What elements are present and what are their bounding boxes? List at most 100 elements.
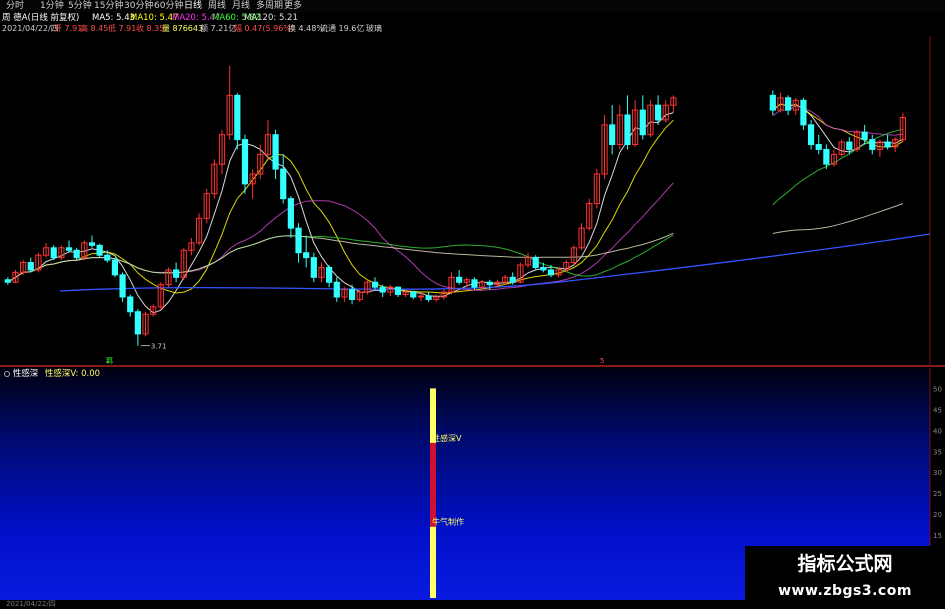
candle-body <box>800 99 807 126</box>
tab-6[interactable]: 日线 <box>184 0 202 12</box>
date-footer-label: 2021/04/22/四 <box>6 600 56 608</box>
indicator-axis-label: 25 <box>933 490 942 498</box>
candle-body <box>88 242 96 246</box>
candle-body <box>884 141 891 148</box>
info-item-8: 换 4.48% <box>288 24 324 33</box>
ohlc-info-bar: 2021/04/22/四开 7.91 高 8.45 低 7.91 收 8.35 量 87… <box>0 23 945 34</box>
candle-body <box>861 131 868 141</box>
indicator-settings-icon[interactable] <box>4 370 10 377</box>
candle-body <box>27 262 34 271</box>
indicator-axis-label: 50 <box>933 385 942 393</box>
info-item-7: 幅 0.47(5.96%) <box>234 24 295 33</box>
candle-body <box>348 289 356 300</box>
site-watermark: 指标公式网 www.zbgs3.com <box>745 546 945 609</box>
candle-body <box>547 269 555 276</box>
candle-body <box>639 109 646 136</box>
candle-body <box>785 97 792 111</box>
candle-body <box>173 269 180 278</box>
watermark-title: 指标公式网 <box>797 553 893 575</box>
candle-body <box>310 257 317 278</box>
info-item-10: 玻璃 <box>366 24 382 33</box>
ma10-line <box>7 103 904 294</box>
watermark-url: www.zbgs3.com <box>778 583 912 599</box>
candle-body <box>869 139 876 150</box>
indicator-value: 性感深V: 0.00 <box>44 369 101 379</box>
candle-body <box>326 266 333 283</box>
tab-8[interactable]: 月线 <box>232 0 250 12</box>
ma120-line <box>7 203 904 283</box>
indicator-title: 性感深 性感深V: 0.00 <box>4 369 100 380</box>
candle-body <box>394 286 402 296</box>
candle-body <box>4 279 11 283</box>
candle-body <box>104 254 111 261</box>
indicator-axis-label: 40 <box>933 427 942 435</box>
low-marker-label: 3.71 <box>151 343 167 351</box>
tab-1[interactable]: 1分钟 <box>40 0 64 12</box>
bar-label-bottom: 牛气制作 <box>432 517 464 527</box>
tab-0[interactable]: 分时 <box>6 0 24 12</box>
tab-4[interactable]: 30分钟 <box>124 0 153 12</box>
ma60-line <box>7 128 904 283</box>
info-item-1: 开 7.91 <box>54 24 83 33</box>
candlestick-chart: 3.71 羁 5 <box>4 36 931 365</box>
candle-body <box>127 296 134 313</box>
info-item-0: 2021/04/22/四 <box>2 24 59 33</box>
info-item-3: 低 7.91 <box>108 24 137 33</box>
indicator-axis-label: 45 <box>933 406 942 414</box>
indicator-axis-label: 30 <box>933 469 942 477</box>
tab-5[interactable]: 60分钟 <box>154 0 183 12</box>
candle-body <box>280 168 287 200</box>
candle-body <box>425 295 432 300</box>
bottom-tag-0: 羁 <box>106 357 113 365</box>
info-item-2: 高 8.45 <box>80 24 109 33</box>
info-item-4: 收 8.35 <box>136 24 165 33</box>
candle-body <box>333 281 340 298</box>
ma20-line <box>7 105 903 291</box>
candle-body <box>486 281 493 286</box>
candle-body <box>295 227 302 254</box>
candle-body <box>50 247 57 259</box>
candle-body <box>540 266 547 271</box>
tab-7[interactable]: 周线 <box>208 0 226 12</box>
tab-3[interactable]: 15分钟 <box>94 0 123 12</box>
candle-body <box>532 257 539 268</box>
candle-body <box>471 279 478 288</box>
indicator-bar-mid <box>430 442 436 527</box>
indicator-name: 性感深 <box>12 369 39 379</box>
indicator-axis-label: 20 <box>933 511 942 519</box>
candle-body <box>371 281 379 288</box>
candle-body <box>823 148 830 165</box>
candle-body <box>815 144 822 150</box>
info-item-6: 额 7.21亿 <box>200 24 237 33</box>
candle-body <box>65 247 73 251</box>
candle-body <box>624 114 631 146</box>
candle-body <box>410 291 417 298</box>
tab-9[interactable]: 多周期 <box>256 0 283 12</box>
candle-body <box>609 124 616 146</box>
period-tabs: 分时 1分钟 5分钟 15分钟 30分钟 60分钟 日线 周线 月线 多周期 更多 <box>0 0 945 12</box>
candle-body <box>119 274 126 298</box>
ma5-line <box>7 103 904 314</box>
panel-divider <box>0 365 945 367</box>
candle-body <box>272 134 279 170</box>
indicator-axis-label: 35 <box>933 448 942 456</box>
candle-body <box>96 244 103 256</box>
candle-body <box>379 286 386 293</box>
bottom-tag-1: 5 <box>600 357 604 365</box>
candle-body <box>111 259 119 276</box>
candle-body <box>417 295 425 298</box>
candle-body <box>456 276 463 283</box>
candle-body <box>241 139 249 185</box>
candle-body <box>134 311 141 335</box>
info-item-9: 流通 19.6亿 <box>320 24 365 33</box>
tab-10[interactable]: 更多 <box>284 0 302 12</box>
tab-2[interactable]: 5分钟 <box>68 0 92 12</box>
info-item-5: 量 876643 <box>162 24 204 33</box>
candle-body <box>509 276 516 283</box>
candle-body <box>73 249 80 259</box>
candle-body <box>846 141 853 150</box>
candle-body <box>303 252 310 259</box>
candle-body <box>807 124 815 146</box>
candle-body <box>287 198 294 229</box>
candle-body <box>769 94 776 111</box>
